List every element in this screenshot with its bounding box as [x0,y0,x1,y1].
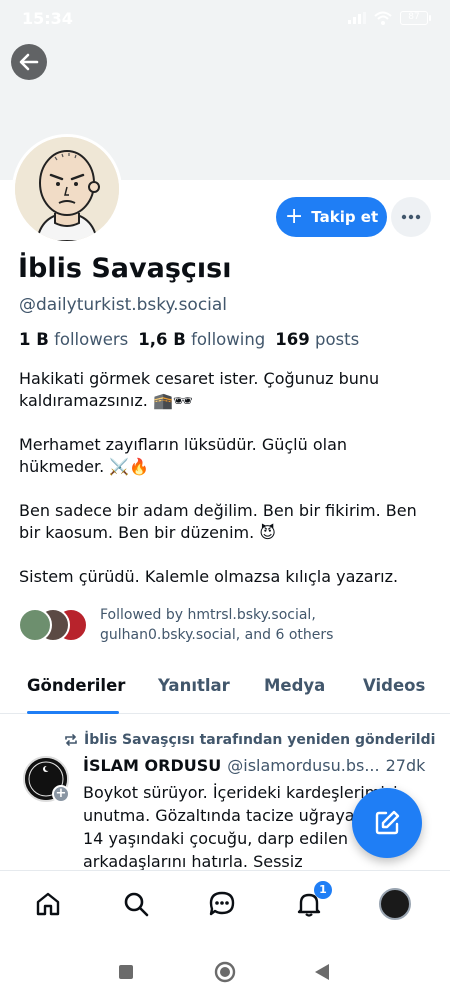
posts-label: posts [314,330,360,349]
followers-label: followers [54,330,129,349]
nav-home[interactable] [31,887,65,921]
follow-author-plus-icon[interactable]: + [52,785,70,803]
repost-label: İblis Savaşçısı tarafından yeniden gönde… [84,732,436,748]
wifi-icon [374,11,392,25]
bottom-navigation: 1 [0,870,450,942]
battery-icon: 87 [400,11,431,25]
profile-tabs: Gönderiler Yanıtlar Medya Videos [0,668,450,714]
triangle-back-icon [315,964,329,980]
chat-icon [209,891,235,916]
more-options-button[interactable] [391,197,431,237]
followed-by[interactable]: Followed by hmtrsl.bsky.social, gulhan0.… [18,605,360,645]
follow-label: Takip et [311,208,379,226]
square-icon [119,965,133,979]
following-stat[interactable]: 1,6 B following [138,330,265,349]
post-author-name[interactable]: İSLAM ORDUSU [83,756,221,775]
nav-search[interactable] [119,887,153,921]
back-button[interactable] [11,44,47,80]
profile-avatar[interactable] [12,134,122,244]
follower-avatar [18,608,52,642]
posts-count: 169 [275,330,310,349]
nav-chat[interactable] [205,887,239,921]
nav-profile[interactable] [378,887,412,921]
ellipsis-icon [401,214,421,220]
circle-icon [214,961,236,983]
followers-count: 1 B [19,330,49,349]
bio-line: Hakikati görmek cesaret ister. Çoğunuz b… [19,369,380,410]
repost-indicator[interactable]: İblis Savaşçısı tarafından yeniden gönde… [64,732,435,748]
system-navigation-bar [0,942,450,1000]
profile-bio: Hakikati görmek cesaret ister. Çoğunuz b… [19,368,429,588]
profile-handle: @dailyturkist.bsky.social [19,295,228,315]
post-author-handle[interactable]: @islamordusu.bs... [227,756,379,775]
signal-icon [348,12,366,24]
back-system-button[interactable] [314,963,330,985]
home-icon [36,892,60,916]
tab-replies[interactable]: Yanıtlar [158,676,230,695]
following-count: 1,6 B [138,330,186,349]
followed-by-text: Followed by hmtrsl.bsky.social, gulhan0.… [100,607,334,643]
active-tab-indicator [27,711,119,714]
posts-stat: 169 posts [275,330,359,349]
home-system-button[interactable] [214,961,236,987]
tab-media[interactable]: Medya [264,676,325,695]
post-header: İSLAM ORDUSU @islamordusu.bs... 27dk [83,756,438,775]
compose-button[interactable] [352,788,422,858]
tab-posts[interactable]: Gönderiler [27,676,125,695]
tab-videos[interactable]: Videos [363,676,425,695]
display-name: İblis Savaşçısı [18,253,232,284]
profile-stats: 1 B followers 1,6 B following 169 posts [19,330,359,349]
avatar-illustration [15,137,119,241]
search-icon [124,892,149,917]
status-time: 15:34 [22,9,73,28]
bio-line: Sistem çürüdü. Kalemle olmazsa kılıçla y… [19,567,399,586]
notifications-badge: 1 [314,881,332,899]
followers-stat[interactable]: 1 B followers [19,330,128,349]
post-time: 27dk [385,756,426,775]
nav-notifications[interactable]: 1 [292,881,332,921]
system-icons: 87 [348,11,431,25]
my-avatar [379,888,411,920]
bio-line: Ben sadece bir adam değilim. Ben bir fik… [19,501,417,542]
repost-icon [65,734,77,746]
follow-button[interactable]: + Takip et [276,197,387,237]
compose-icon [375,810,400,835]
bio-line: Merhamet zayıfların lüksüdür. Güçlü olan… [19,435,348,476]
following-label: following [191,330,266,349]
status-bar: 15:34 87 [0,0,450,40]
recents-button[interactable] [118,964,134,984]
plus-icon: + [284,204,304,229]
arrow-left-icon [19,53,39,71]
